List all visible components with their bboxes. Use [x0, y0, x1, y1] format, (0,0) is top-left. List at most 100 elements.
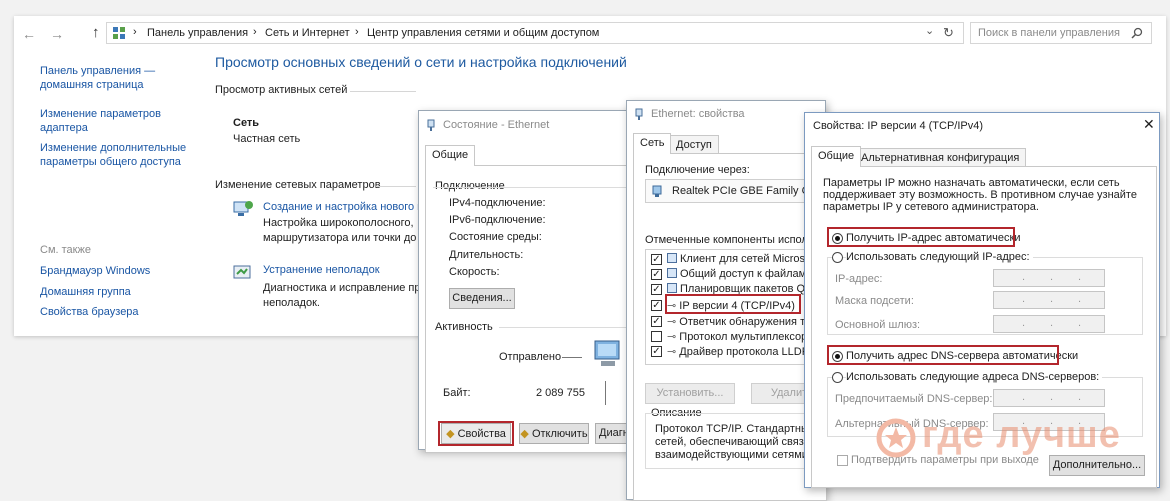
- change-settings-heading: Изменение сетевых параметров: [215, 179, 381, 191]
- preferred-dns-label: Предпочитаемый DNS-сервер:: [835, 393, 993, 405]
- network-name: Сеть: [233, 117, 260, 129]
- close-icon[interactable]: ✕: [1143, 116, 1155, 133]
- component-item[interactable]: Общий доступ к файлам и: [667, 268, 815, 280]
- tab-network[interactable]: Сеть: [633, 133, 672, 154]
- component-item[interactable]: Клиент для сетей Microsoft: [667, 253, 817, 265]
- details-button[interactable]: Сведения...: [449, 288, 515, 309]
- client-icon: [667, 253, 677, 263]
- divider: [350, 91, 416, 92]
- tab-general[interactable]: Общие: [811, 146, 862, 167]
- troubleshoot-desc: Диагностика и исправление пр: [263, 282, 421, 294]
- sidebar-item-sharing-settings[interactable]: Изменение дополнительные параметры общег…: [40, 141, 190, 169]
- divider: [499, 327, 639, 328]
- back-arrow-icon[interactable]: ←: [22, 26, 36, 42]
- breadcrumb-sep: ›: [133, 26, 137, 38]
- new-connection-desc: Настройка широкополосного,: [263, 217, 414, 229]
- search-box[interactable]: Поиск в панели управления: [970, 22, 1152, 44]
- refresh-icon[interactable]: ↻: [943, 25, 954, 41]
- ethernet-icon: [635, 108, 643, 120]
- component-checkbox[interactable]: ✓: [651, 300, 662, 311]
- protocol-icon: ⊸: [667, 316, 680, 328]
- ip-address-field[interactable]: ...: [993, 269, 1105, 287]
- component-checkbox[interactable]: [651, 331, 662, 342]
- dialog-title: Состояние - Ethernet: [443, 119, 550, 131]
- troubleshoot-link[interactable]: Устранение неполадок: [263, 264, 380, 276]
- sent-label: Отправлено: [499, 351, 562, 363]
- network-adapter-icon: [652, 185, 662, 197]
- component-item[interactable]: ⊸ Драйвер протокола LLDP: [667, 345, 809, 358]
- subnet-mask-field[interactable]: ...: [993, 291, 1105, 309]
- sidebar-item-adapter-settings[interactable]: Изменение параметров адаптера: [40, 107, 170, 135]
- file-sharing-icon: [667, 268, 677, 278]
- highlight-frame: [827, 227, 1015, 247]
- highlight-frame: [438, 421, 514, 446]
- new-connection-link[interactable]: Создание и настройка нового п: [263, 201, 423, 213]
- media-state-row: Состояние среды:: [449, 231, 542, 243]
- component-checkbox[interactable]: ✓: [651, 316, 662, 327]
- search-input[interactable]: Поиск в панели управления: [978, 27, 1120, 39]
- ethernet-icon: [427, 119, 435, 131]
- dialog-title: Свойства: IP версии 4 (TCP/IPv4): [813, 120, 984, 132]
- network-type[interactable]: Частная сеть: [233, 133, 300, 145]
- gateway-label: Основной шлюз:: [835, 319, 921, 331]
- manual-dns-radio[interactable]: [832, 372, 843, 383]
- breadcrumb-network-center[interactable]: Центр управления сетями и общим доступом: [367, 27, 599, 39]
- advanced-button[interactable]: Дополнительно...: [1049, 455, 1145, 476]
- shield-icon: ◆: [520, 428, 529, 440]
- bytes-label: Байт:: [443, 387, 471, 399]
- troubleshoot-desc: неполадок.: [263, 297, 320, 309]
- chevron-down-icon[interactable]: ⌄: [925, 24, 934, 37]
- gateway-field[interactable]: ...: [993, 315, 1105, 333]
- component-item[interactable]: ⊸ Ответчик обнаружения топ: [667, 315, 817, 328]
- disable-button[interactable]: ◆ Отключить: [519, 423, 589, 444]
- info-line: поддерживает эту возможность. В противно…: [823, 189, 1137, 201]
- breadcrumb-control-panel[interactable]: Панель управления: [147, 27, 248, 39]
- component-item[interactable]: ⊸ Протокол мультиплексора: [667, 330, 813, 343]
- network-computers-icon: [594, 340, 620, 366]
- breadcrumb-network-internet[interactable]: Сеть и Интернет: [265, 27, 350, 39]
- tab-general[interactable]: Общие: [425, 145, 476, 166]
- address-bar[interactable]: › Панель управления › Сеть и Интернет › …: [106, 22, 964, 44]
- component-checkbox[interactable]: ✓: [651, 269, 662, 280]
- component-checkbox[interactable]: ✓: [651, 346, 662, 357]
- new-connection-desc: маршрутизатора или точки до: [263, 232, 417, 244]
- manual-dns-label[interactable]: Использовать следующие адреса DNS-сервер…: [846, 371, 1103, 383]
- component-checkbox[interactable]: ✓: [651, 254, 662, 265]
- watermark-logo-icon: [876, 418, 916, 458]
- ethernet-status-dialog: Состояние - Ethernet Общие Подключение I…: [418, 110, 643, 453]
- breadcrumb-sep: ›: [253, 26, 257, 38]
- divider: [562, 357, 582, 358]
- manual-ip-radio[interactable]: [832, 252, 843, 263]
- forward-arrow-icon[interactable]: →: [50, 26, 64, 42]
- component-checkbox[interactable]: ✓: [651, 284, 662, 295]
- sidebar-item-browser-props[interactable]: Свойства браузера: [40, 306, 139, 318]
- preferred-dns-field[interactable]: ...: [993, 389, 1105, 407]
- dialog-title: Ethernet: свойства: [651, 108, 745, 120]
- watermark-text: где лучше: [922, 414, 1121, 456]
- sidebar-item-firewall[interactable]: Брандмауэр Windows: [40, 265, 150, 277]
- description-line: сетей, обеспечивающий связь м: [655, 436, 821, 448]
- sidebar-home-link[interactable]: Панель управления — домашняя страница: [40, 64, 170, 92]
- breadcrumb-sep: ›: [355, 26, 359, 38]
- highlight-frame: [665, 294, 801, 314]
- active-networks-heading: Просмотр активных сетей: [215, 84, 348, 96]
- sidebar-item-homegroup[interactable]: Домашняя группа: [40, 286, 131, 298]
- validate-checkbox[interactable]: [837, 455, 848, 466]
- tab-alternate-config[interactable]: Альтернативная конфигурация: [854, 148, 1027, 167]
- ipv4-row: IPv4-подключение:: [449, 197, 546, 209]
- connect-via-label: Подключение через:: [645, 164, 750, 176]
- description-line: Протокол TCP/IP. Стандартный: [655, 423, 815, 435]
- bytes-sent-value: 2 089 755: [536, 387, 585, 399]
- speed-row: Скорость:: [449, 266, 500, 278]
- up-arrow-icon[interactable]: ↑: [92, 24, 100, 41]
- protocol-icon: ⊸: [667, 331, 680, 343]
- tab-access[interactable]: Доступ: [669, 135, 719, 154]
- page-title: Просмотр основных сведений о сети и наст…: [215, 54, 627, 70]
- highlight-frame: [827, 345, 1059, 365]
- install-button[interactable]: Установить...: [645, 383, 735, 404]
- see-also-heading: См. также: [40, 244, 91, 256]
- components-label: Отмеченные компоненты использу: [645, 234, 824, 246]
- divider: [376, 186, 416, 187]
- divider: [605, 381, 606, 405]
- manual-ip-label[interactable]: Использовать следующий IP-адрес:: [846, 251, 1033, 263]
